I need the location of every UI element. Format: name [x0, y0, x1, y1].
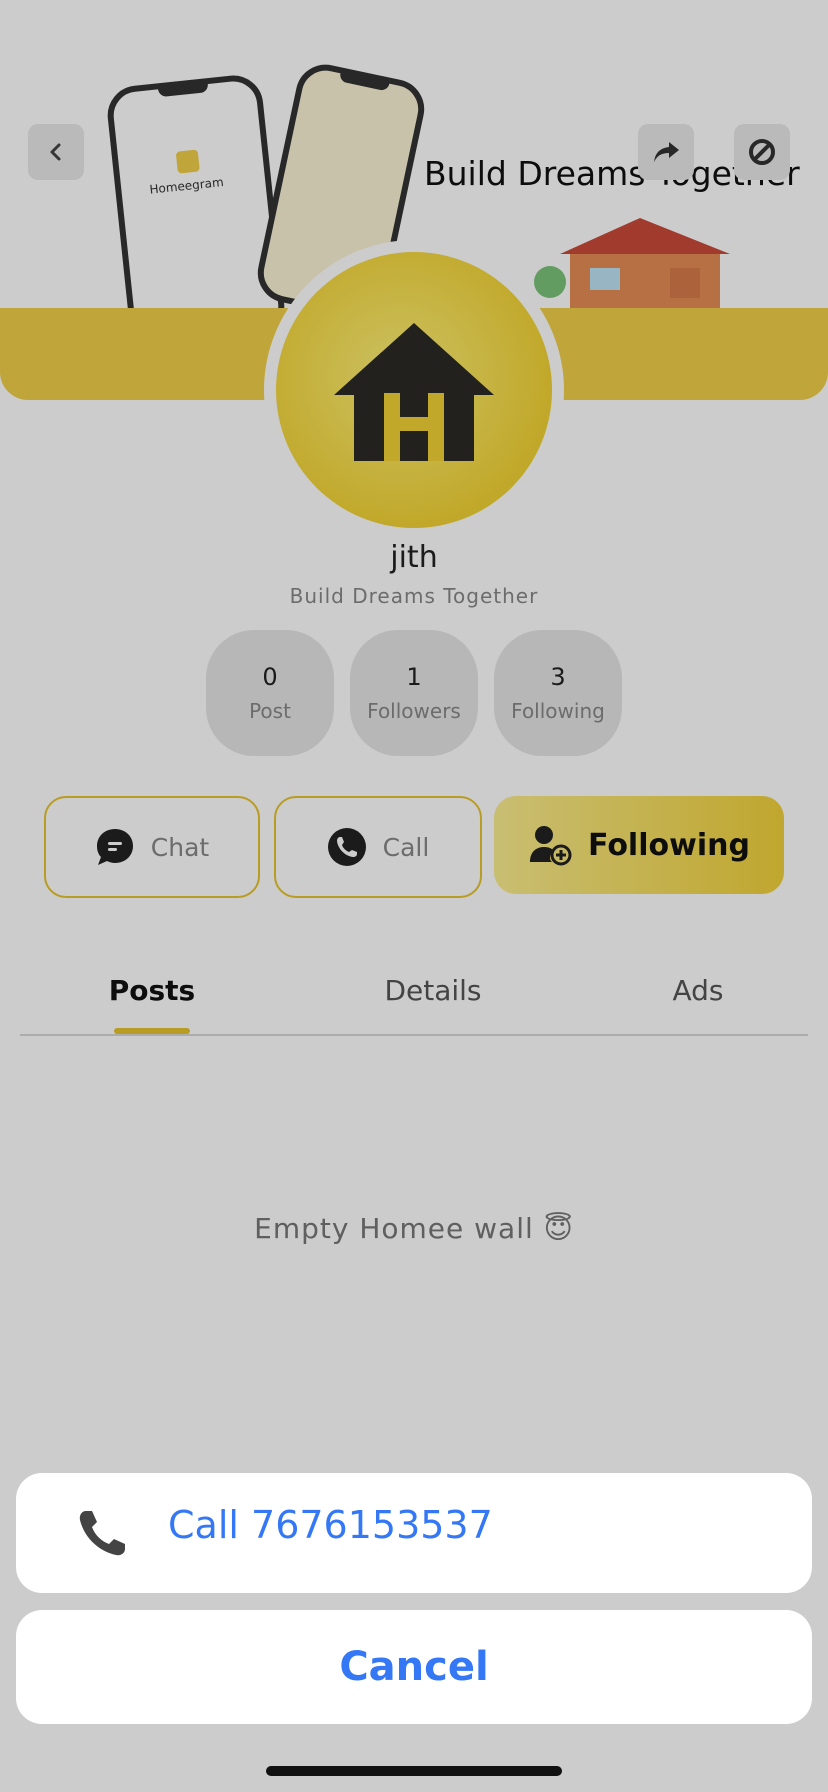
- cancel-label: Cancel: [339, 1644, 489, 1690]
- home-indicator[interactable]: [266, 1766, 562, 1776]
- profile-screen: Homeegram Build Dreams Together jith Bui…: [0, 0, 828, 1792]
- call-number-label: Call 7676153537: [168, 1503, 493, 1547]
- action-sheet-cancel-button[interactable]: Cancel: [16, 1610, 812, 1724]
- action-sheet-call-option[interactable]: Call 7676153537: [16, 1473, 812, 1593]
- phone-handset-icon: [79, 1511, 125, 1556]
